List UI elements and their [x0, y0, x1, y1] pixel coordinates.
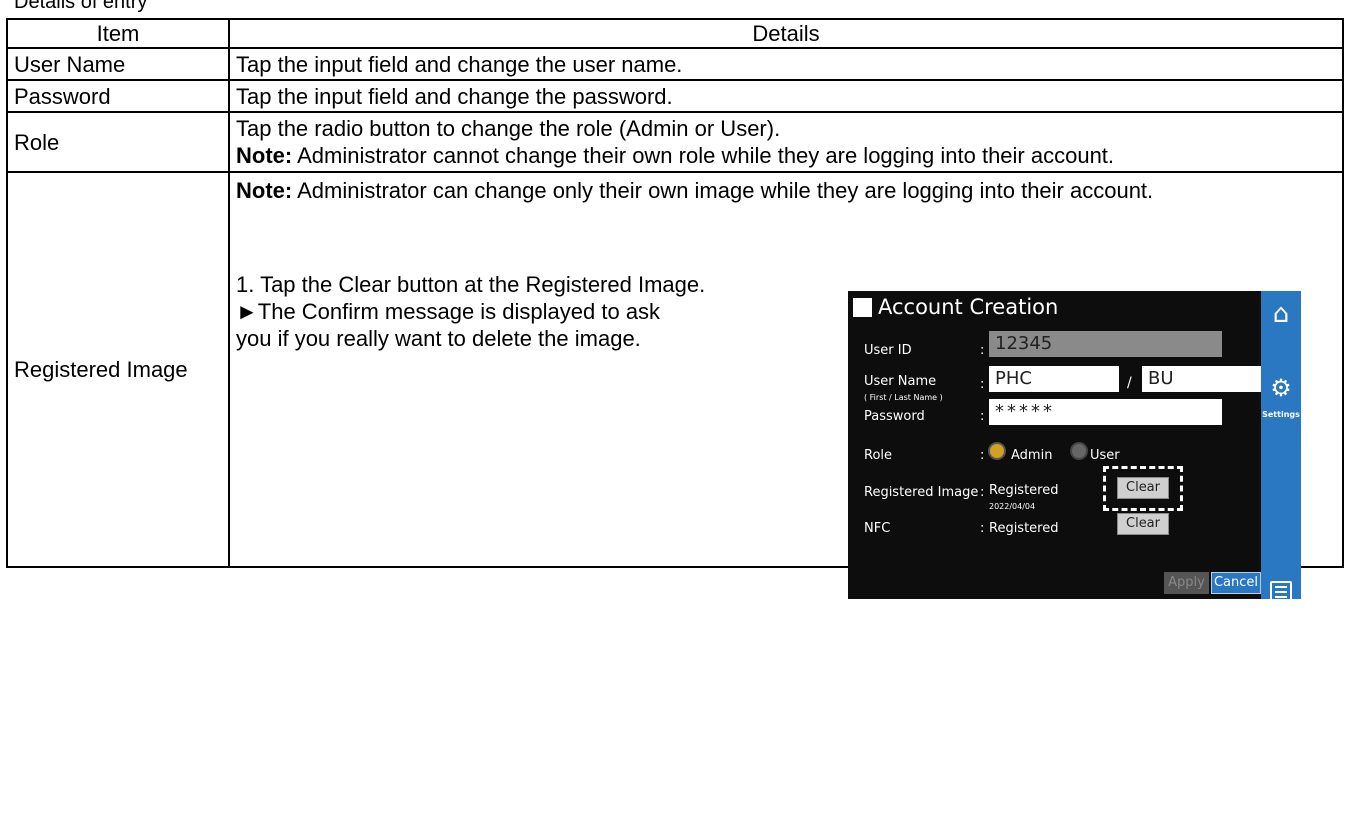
first-name-input[interactable]: PHC	[989, 366, 1119, 392]
header-item: Item	[6, 18, 230, 49]
table-row: Registered Image Note: Administrator can…	[6, 171, 1344, 818]
list-icon[interactable]	[1261, 436, 1301, 603]
item-cell: Role	[6, 111, 230, 173]
screen-title: Account Creation	[853, 293, 1058, 321]
step-instructions: 1. Tap the Clear button at the Registere…	[236, 271, 836, 352]
note-text: Administrator cannot change their own ro…	[292, 143, 1115, 168]
apply-button[interactable]: Apply	[1164, 572, 1209, 594]
item-cell: Password	[6, 79, 230, 113]
item-cell: Registered Image	[6, 171, 230, 568]
title-square-icon	[853, 297, 872, 317]
details-cell: Note: Administrator can change only thei…	[228, 171, 1344, 818]
name-separator: /	[1127, 375, 1132, 391]
registered-image-note: Note: Administrator can change only thei…	[236, 173, 1336, 204]
side-nav-rail: ⌂ ⚙ Settings	[1261, 291, 1301, 818]
registered-image-label: Registered Image	[864, 485, 979, 500]
role-user-radio[interactable]	[1072, 444, 1086, 458]
table-row: Password Tap the input field and change …	[6, 79, 1344, 113]
table-header-row: Item Details	[6, 18, 1344, 49]
password-input[interactable]: *****	[989, 399, 1222, 425]
colon: :	[980, 521, 985, 536]
role-user-label: User	[1090, 448, 1120, 463]
table-row: User Name Tap the input field and change…	[6, 47, 1344, 81]
clear-nfc-button[interactable]: Clear	[1117, 513, 1169, 535]
details-cell: Tap the input field and change the user …	[228, 47, 1344, 81]
role-label: Role	[864, 448, 893, 463]
clear-image-button[interactable]: Clear	[1117, 477, 1169, 499]
registered-image-details: Note: Administrator can change only thei…	[236, 173, 1336, 818]
password-label: Password	[864, 409, 925, 424]
header-details: Details	[228, 18, 1344, 49]
role-admin-radio[interactable]	[990, 444, 1004, 458]
note-label: Note:	[236, 178, 293, 203]
table-row: Role Tap the radio button to change the …	[6, 111, 1344, 173]
note-text: Administrator can change only their own …	[292, 178, 1154, 203]
gear-icon[interactable]: ⚙	[1261, 376, 1301, 400]
role-note: Note: Administrator cannot change their …	[236, 142, 1336, 169]
details-table: Item Details User Name Tap the input fie…	[6, 18, 1344, 818]
screen-title-text: Account Creation	[878, 295, 1059, 319]
details-cell: Tap the radio button to change the role …	[228, 111, 1344, 173]
settings-label: Settings	[1262, 410, 1300, 419]
note-label: Note:	[236, 143, 293, 168]
chart-icon[interactable]	[1261, 489, 1301, 707]
role-details-text: Tap the radio button to change the role …	[236, 116, 781, 141]
home-icon[interactable]: ⌂	[1261, 301, 1301, 328]
user-id-field: 12345	[989, 331, 1222, 357]
table-icon[interactable]	[1261, 541, 1301, 818]
nfc-label: NFC	[864, 521, 891, 536]
colon: :	[980, 448, 985, 463]
step1-text: 1. Tap the Clear button at the Registere…	[236, 272, 706, 297]
step1-result-cont: you if you really want to delete the ima…	[236, 326, 641, 351]
role-admin-label: Admin	[1011, 448, 1053, 463]
step1-result: ►The Confirm message is displayed to ask	[236, 299, 661, 324]
details-cell: Tap the input field and change the passw…	[228, 79, 1344, 113]
cancel-button[interactable]: Cancel	[1211, 572, 1261, 594]
account-creation-screenshot: Account Creation User ID : 12345 User Na…	[848, 291, 1301, 818]
last-name-input[interactable]: BU	[1142, 366, 1274, 392]
colon: :	[980, 485, 985, 500]
section-caption: Details of entry	[14, 0, 148, 13]
colon: :	[980, 409, 985, 424]
colon: :	[980, 377, 985, 392]
colon: :	[980, 343, 985, 358]
user-id-label: User ID	[864, 343, 912, 358]
nfc-status: Registered	[989, 521, 1059, 536]
item-cell: User Name	[6, 47, 230, 81]
